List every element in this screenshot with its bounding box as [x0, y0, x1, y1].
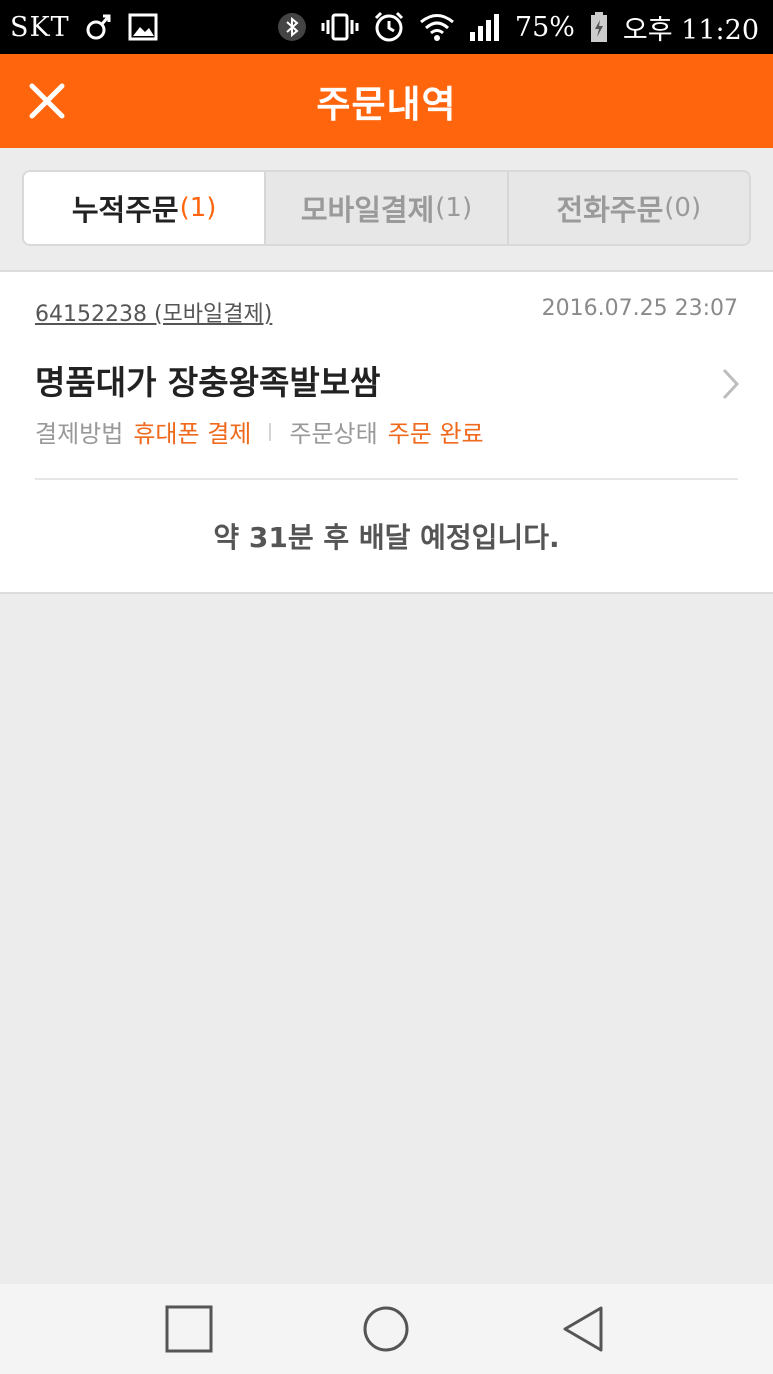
page-title: 주문내역	[316, 83, 457, 126]
delivery-estimate: 약 31분 후 배달 예정입니다.	[213, 521, 560, 554]
meta-separator	[269, 422, 272, 441]
signal-icon	[469, 12, 501, 42]
bluetooth-icon	[277, 12, 307, 42]
navigation-bar	[0, 1284, 773, 1374]
circle-icon	[363, 1306, 409, 1352]
tab-mobile-payment[interactable]: 모바일결제 (1)	[264, 172, 506, 244]
divider	[35, 478, 738, 480]
app-bar: 주문내역	[0, 54, 773, 148]
order-card[interactable]: 64152238 (모바일결제) 2016.07.25 23:07 명품대가 장…	[0, 270, 773, 594]
tab-count: (1)	[435, 193, 473, 223]
close-icon	[29, 83, 65, 119]
alarm-icon	[373, 11, 405, 43]
chevron-right-icon[interactable]	[719, 364, 743, 404]
tab-label: 전화주문	[556, 193, 664, 227]
order-status-label: 주문상태	[289, 420, 378, 448]
male-symbol-icon	[84, 11, 114, 43]
status-bar-right: 75% 오후 11:20	[277, 8, 759, 47]
order-tabs: 누적주문 (1) 모바일결제 (1) 전화주문 (0)	[22, 170, 751, 246]
tab-count: (1)	[179, 193, 217, 223]
order-number-link[interactable]: 64152238 (모바일결제)	[35, 296, 272, 328]
carrier-label: SKT	[10, 11, 70, 43]
battery-charging-icon	[589, 11, 609, 43]
tab-label: 누적주문	[71, 193, 179, 227]
order-status-value: 주문 완료	[387, 420, 484, 448]
order-date: 2016.07.25 23:07	[541, 296, 738, 321]
order-meta: 결제방법 휴대폰 결제 주문상태 주문 완료	[35, 414, 484, 449]
wifi-icon	[419, 12, 455, 42]
battery-percentage: 75%	[514, 11, 575, 43]
square-icon	[165, 1305, 213, 1353]
recent-apps-button[interactable]	[144, 1284, 234, 1374]
tab-phone-orders[interactable]: 전화주문 (0)	[506, 172, 749, 244]
vibrate-icon	[321, 12, 359, 42]
status-bar: SKT 75% 오후 11:20	[0, 0, 773, 54]
store-name[interactable]: 명품대가 장충왕족발보쌈	[35, 356, 380, 404]
triangle-back-icon	[563, 1306, 603, 1352]
close-button[interactable]	[22, 76, 72, 126]
clock: 오후 11:20	[622, 14, 759, 46]
tab-label: 모바일결제	[300, 193, 435, 227]
status-bar-left: SKT	[10, 11, 158, 43]
home-button[interactable]	[341, 1284, 431, 1374]
tab-count: (0)	[664, 193, 702, 223]
tab-cumulative-orders[interactable]: 누적주문 (1)	[24, 172, 265, 244]
payment-method-label: 결제방법	[35, 420, 124, 448]
gallery-icon	[128, 13, 158, 41]
back-button[interactable]	[539, 1284, 629, 1374]
payment-method-value: 휴대폰 결제	[133, 420, 252, 448]
